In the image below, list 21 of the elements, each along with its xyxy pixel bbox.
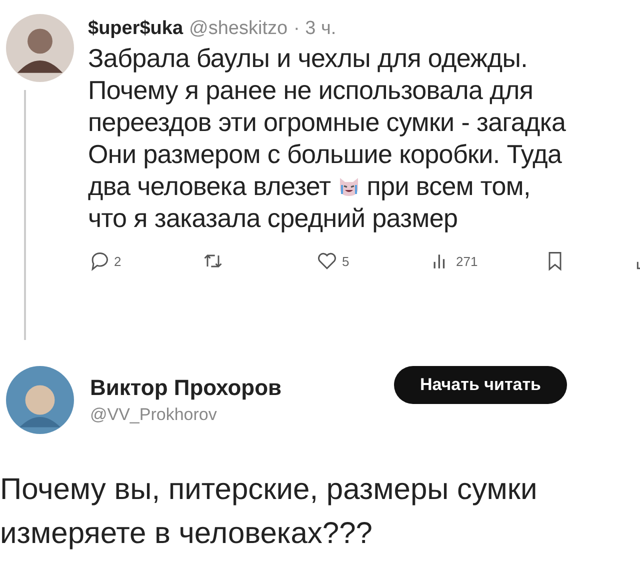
follow-button[interactable]: Начать читать <box>394 366 568 404</box>
avatar-icon[interactable] <box>6 366 74 434</box>
tweet-text-line: Они размером с большие коробки. Туда <box>88 138 562 170</box>
tweet-text-line: Почему я ранее не использовала для <box>88 74 534 106</box>
post-time: · 3 ч. <box>294 18 336 40</box>
reply-text-line: Почему вы, питерские, размеры сумки <box>0 472 538 508</box>
tweet-text-line: два человека влезет <box>88 170 331 202</box>
action-count: 2 <box>114 254 122 268</box>
avatar-icon[interactable] <box>6 14 74 82</box>
author-handle[interactable]: @VV_Prokhorov <box>90 405 394 425</box>
tweet-text-line: Забрала баулы и чехлы для одежды. <box>88 42 528 74</box>
tweet-text-line: переездов эти огромные сумки - загадка <box>88 106 566 138</box>
tweet-text-line: что я заказала средний размер <box>88 202 458 234</box>
author-name[interactable]: Виктор Прохоров <box>90 375 394 401</box>
reply-text-line: измеряете в человеках??? <box>0 516 374 552</box>
heart-icon[interactable] <box>316 250 338 272</box>
action-count: 271 <box>456 254 478 268</box>
action-count: 5 <box>342 254 350 268</box>
tweet-text-line: при всем том, <box>366 170 530 202</box>
author-name[interactable]: $uper$uka <box>88 18 184 40</box>
author-handle[interactable]: @sheskitzo <box>189 18 288 40</box>
